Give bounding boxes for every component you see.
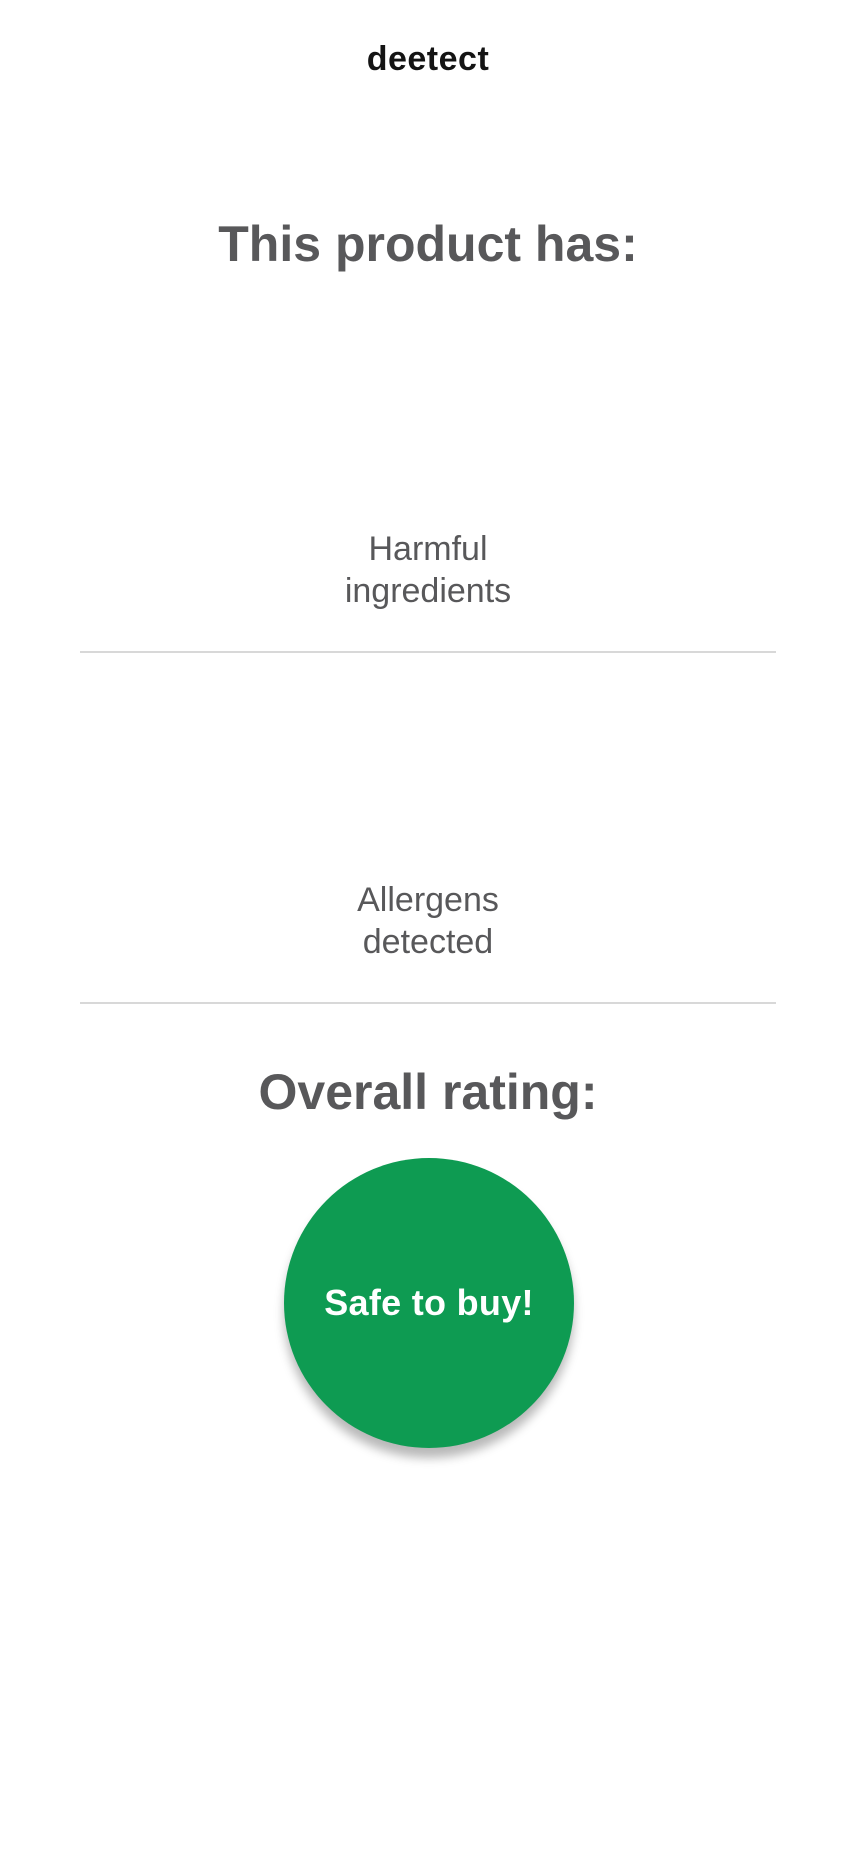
divider: [80, 1002, 776, 1004]
rating-verdict: Safe to buy!: [324, 1282, 534, 1323]
metric-label-line2: detected: [362, 923, 494, 961]
rating-badge[interactable]: Safe to buy!: [284, 1158, 574, 1448]
metric-allergens-detected: Allergens detected: [80, 653, 776, 1003]
metric-label: Allergens detected: [80, 879, 776, 963]
metric-label: Harmful ingredients: [80, 528, 776, 612]
metric-label-line1: Harmful: [368, 530, 488, 568]
app-title: deetect: [366, 40, 490, 78]
metric-label-line1: Allergens: [357, 881, 499, 919]
product-heading: This product has:: [218, 216, 638, 272]
rating-heading: Overall rating:: [258, 1064, 598, 1120]
metric-harmful-ingredients: Harmful ingredients: [80, 296, 776, 653]
metric-label-line2: ingredients: [344, 572, 512, 610]
